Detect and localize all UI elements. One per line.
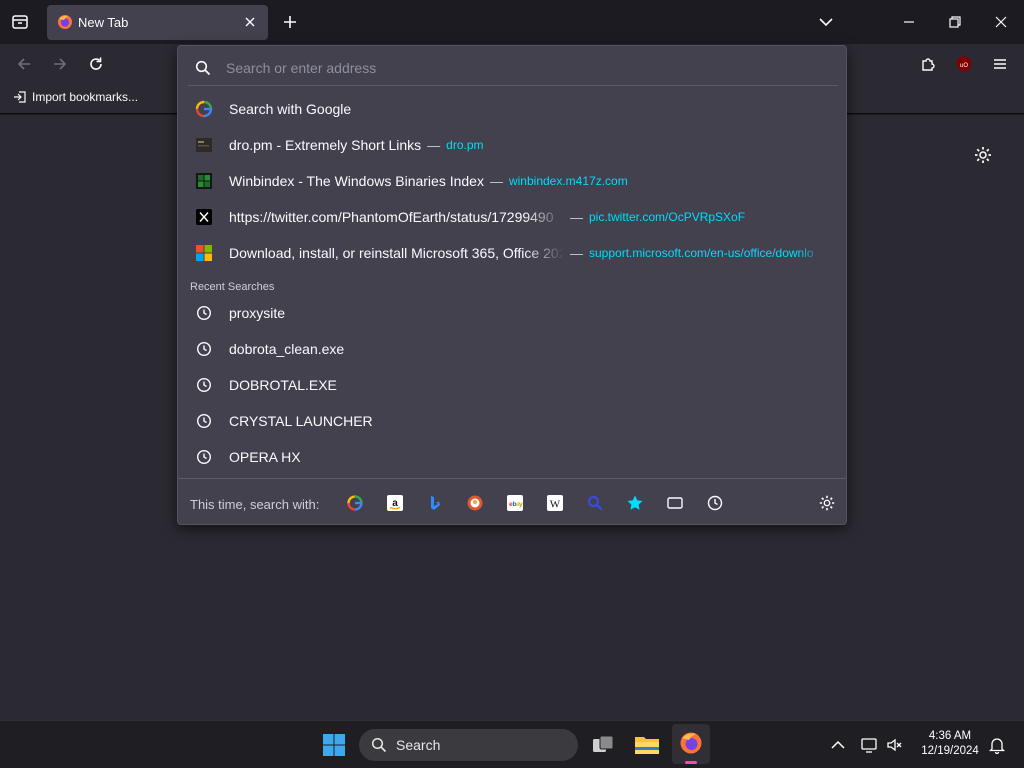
tab-manager-icon[interactable] (11, 13, 29, 31)
search-suggestion-label: Search with Google (229, 101, 352, 117)
back-arrow-icon[interactable] (15, 55, 33, 73)
search-icon (371, 737, 387, 753)
taskbar-search-label: Search (396, 737, 441, 753)
history-title: dro.pm - Extremely Short Links (229, 137, 422, 153)
history-url: pic.twitter.com/OcPVRpSXoF (589, 210, 746, 224)
import-icon (13, 90, 27, 104)
clock-icon (195, 412, 213, 430)
bing-engine-icon[interactable] (425, 493, 445, 513)
clock-icon (195, 340, 213, 358)
recent-searches-heading: Recent Searches (190, 281, 275, 293)
firefox-taskbar-button[interactable] (672, 724, 710, 764)
tab-new-tab[interactable]: New Tab (47, 5, 268, 40)
history-url: winbindex.m417z.com (508, 174, 628, 188)
clock-icon (195, 304, 213, 322)
one-off-label: This time, search with: (190, 497, 320, 512)
x-twitter-icon (195, 208, 213, 226)
search-engine-icon[interactable] (585, 493, 605, 513)
volume-muted-icon[interactable] (886, 736, 904, 754)
duckduckgo-engine-icon[interactable] (465, 493, 485, 513)
winbindex-favicon-icon (195, 172, 213, 190)
menu-hamburger-icon[interactable] (991, 55, 1009, 73)
recent-search-text: dobrota_clean.exe (229, 341, 345, 357)
new-tab-button[interactable] (281, 13, 299, 31)
firefox-icon (679, 731, 703, 755)
active-app-indicator (685, 761, 697, 764)
history-url: dro.pm (446, 138, 484, 152)
history-title: https://twitter.com/PhantomOfEarth/statu… (229, 209, 554, 225)
separator-dash: — (489, 173, 503, 189)
svg-text:a: a (392, 498, 398, 509)
recent-search-row[interactable]: dobrota_clean.exe (186, 331, 840, 367)
system-clock[interactable]: 4:36 AM 12/19/2024 (915, 729, 985, 759)
history-clock-icon[interactable] (705, 493, 725, 513)
close-tab-icon[interactable] (243, 15, 257, 29)
customize-gear-icon[interactable] (973, 145, 993, 165)
reload-icon[interactable] (87, 55, 105, 73)
recent-search-text: CRYSTAL LAUNCHER (229, 413, 373, 429)
search-icon (195, 60, 211, 76)
history-url: support.microsoft.com/en-us/office/downl… (589, 246, 814, 260)
list-all-tabs-icon[interactable] (817, 13, 835, 31)
clock-time: 4:36 AM (928, 730, 972, 742)
amazon-engine-icon[interactable]: a (385, 493, 405, 513)
notification-bell-icon[interactable] (988, 736, 1006, 754)
microsoft-icon (195, 244, 213, 262)
google-engine-icon[interactable] (345, 493, 365, 513)
search-settings-gear-icon[interactable] (817, 493, 837, 513)
svg-text:W: W (550, 499, 561, 511)
history-title: Download, install, or reinstall Microsof… (229, 245, 564, 261)
history-row[interactable]: https://twitter.com/PhantomOfEarth/statu… (186, 199, 840, 235)
extensions-puzzle-icon[interactable] (919, 55, 937, 73)
close-window-icon[interactable] (992, 13, 1010, 31)
network-display-icon[interactable] (860, 736, 878, 754)
restore-icon[interactable] (946, 13, 964, 31)
address-input[interactable] (226, 57, 786, 79)
recent-search-text: OPERA HX (229, 449, 301, 465)
svg-text:y: y (519, 501, 523, 508)
import-bookmarks-label: Import bookmarks... (32, 90, 139, 104)
history-row[interactable]: dro.pm - Extremely Short Links — dro.pm (186, 127, 840, 163)
svg-text:uO: uO (960, 63, 968, 69)
forward-arrow-icon[interactable] (51, 55, 69, 73)
search-with-google-row[interactable]: Search with Google (186, 91, 840, 127)
file-explorer-icon[interactable] (634, 733, 660, 757)
history-row[interactable]: Winbindex - The Windows Binaries Index —… (186, 163, 840, 199)
history-row[interactable]: Download, install, or reinstall Microsof… (186, 235, 840, 271)
separator-dash: — (570, 209, 583, 225)
bookmarks-star-icon[interactable] (625, 493, 645, 513)
minimize-icon[interactable] (900, 13, 918, 31)
tab-title: New Tab (78, 15, 129, 30)
ebay-engine-icon[interactable]: ebay (505, 493, 525, 513)
separator-dash: — (570, 245, 583, 261)
wikipedia-engine-icon[interactable]: W (545, 493, 565, 513)
task-view-icon[interactable] (591, 733, 615, 757)
clock-date: 12/19/2024 (921, 745, 979, 757)
title-bar: New Tab (0, 0, 1024, 44)
divider (188, 85, 838, 86)
address-bar-dropdown: Search with Google dro.pm - Extremely Sh… (177, 45, 847, 525)
clock-icon (195, 376, 213, 394)
address-bar (188, 51, 838, 85)
recent-search-row[interactable]: proxysite (186, 295, 840, 331)
separator-dash: — (427, 137, 441, 153)
recent-search-text: proxysite (229, 305, 286, 321)
recent-search-text: DOBROTAL.EXE (229, 377, 337, 393)
windows-start-icon[interactable] (322, 733, 346, 757)
windows-taskbar: Search 4:36 AM 12/19/2024 (0, 720, 1024, 768)
import-bookmarks-button[interactable]: Import bookmarks... (13, 90, 138, 104)
recent-search-row[interactable]: CRYSTAL LAUNCHER (186, 403, 840, 439)
google-icon (195, 100, 213, 118)
recent-search-row[interactable]: DOBROTAL.EXE (186, 367, 840, 403)
ublock-origin-icon[interactable]: uO (955, 55, 973, 73)
dropm-favicon-icon (195, 136, 213, 154)
tabs-icon[interactable] (665, 493, 685, 513)
clock-icon (195, 448, 213, 466)
taskbar-search-box[interactable]: Search (359, 729, 578, 761)
show-hidden-icons-chevron-icon[interactable] (829, 736, 847, 754)
one-off-search-bar: This time, search with: a ebay W (178, 478, 846, 525)
firefox-icon (57, 14, 73, 30)
history-title: Winbindex - The Windows Binaries Index (229, 173, 484, 189)
recent-search-row[interactable]: OPERA HX (186, 439, 840, 475)
